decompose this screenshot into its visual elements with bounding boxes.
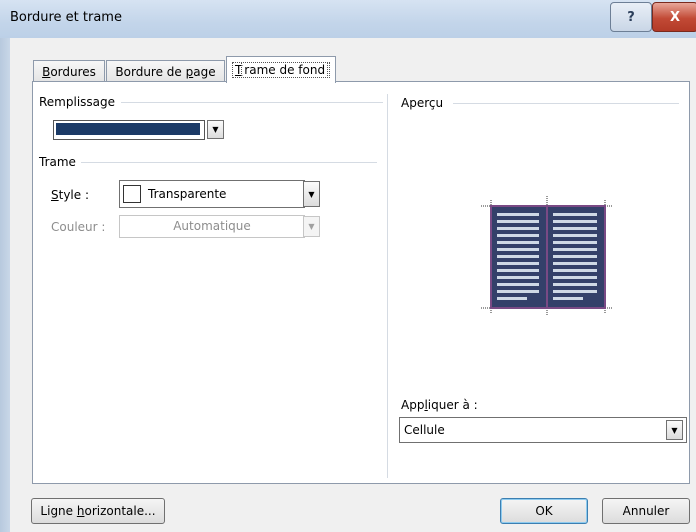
- apercu-label: Aperçu: [401, 96, 444, 110]
- window-border: [0, 38, 10, 532]
- chevron-down-icon: ▼: [308, 189, 315, 199]
- tab-bordures-label: Bordures: [42, 64, 96, 79]
- couleur-dropdown-button: ▼: [303, 216, 320, 237]
- annuler-button[interactable]: Annuler: [602, 498, 690, 524]
- close-button[interactable]: X: [652, 2, 696, 32]
- remplissage-color-picker[interactable]: [53, 120, 205, 140]
- pattern-swatch: [123, 185, 141, 203]
- trame-divider: [81, 162, 377, 163]
- style-value: Transparente: [148, 187, 227, 201]
- remplissage-color-swatch: [56, 123, 200, 135]
- remplissage-dropdown-button[interactable]: ▼: [207, 120, 224, 139]
- chevron-down-icon: ▼: [308, 222, 315, 231]
- style-label: Style :: [51, 188, 90, 202]
- tab-bordures[interactable]: Bordures: [33, 60, 105, 82]
- appliquer-label: Appliquer à :: [401, 398, 478, 412]
- appliquer-value: Cellule: [404, 423, 445, 437]
- window-title: Bordure et trame: [10, 10, 122, 25]
- ok-button[interactable]: OK: [500, 498, 588, 524]
- couleur-label: Couleur :: [51, 220, 106, 234]
- appliquer-select[interactable]: Cellule ▼: [399, 417, 687, 443]
- tab-trame-de-fond-label: Trame de fond: [231, 62, 331, 78]
- ligne-horizontale-button[interactable]: Ligne horizontale...: [31, 498, 165, 524]
- tab-trame-de-fond[interactable]: Trame de fond: [226, 56, 336, 83]
- couleur-value: Automatique: [173, 219, 251, 233]
- help-button[interactable]: ?: [610, 2, 652, 32]
- apercu-divider: [453, 103, 679, 104]
- preview-table-icon: [481, 196, 613, 316]
- couleur-select: Automatique: [119, 215, 305, 238]
- tab-bordure-de-page[interactable]: Bordure de page: [106, 60, 225, 82]
- chevron-down-icon: ▼: [212, 125, 219, 134]
- remplissage-label: Remplissage: [39, 95, 116, 109]
- chevron-down-icon: ▼: [671, 425, 678, 435]
- remplissage-divider: [121, 102, 383, 103]
- appliquer-dropdown-button[interactable]: ▼: [666, 420, 683, 440]
- tab-bordure-de-page-label: Bordure de page: [115, 64, 216, 79]
- style-select[interactable]: Transparente: [119, 180, 305, 208]
- ligne-horizontale-label: Ligne horizontale...: [40, 504, 156, 518]
- vertical-divider: [387, 94, 388, 478]
- tab-panel: Remplissage ▼ Trame Style : Transparente…: [32, 81, 690, 484]
- style-dropdown-button[interactable]: ▼: [303, 181, 320, 207]
- trame-label: Trame: [39, 155, 76, 169]
